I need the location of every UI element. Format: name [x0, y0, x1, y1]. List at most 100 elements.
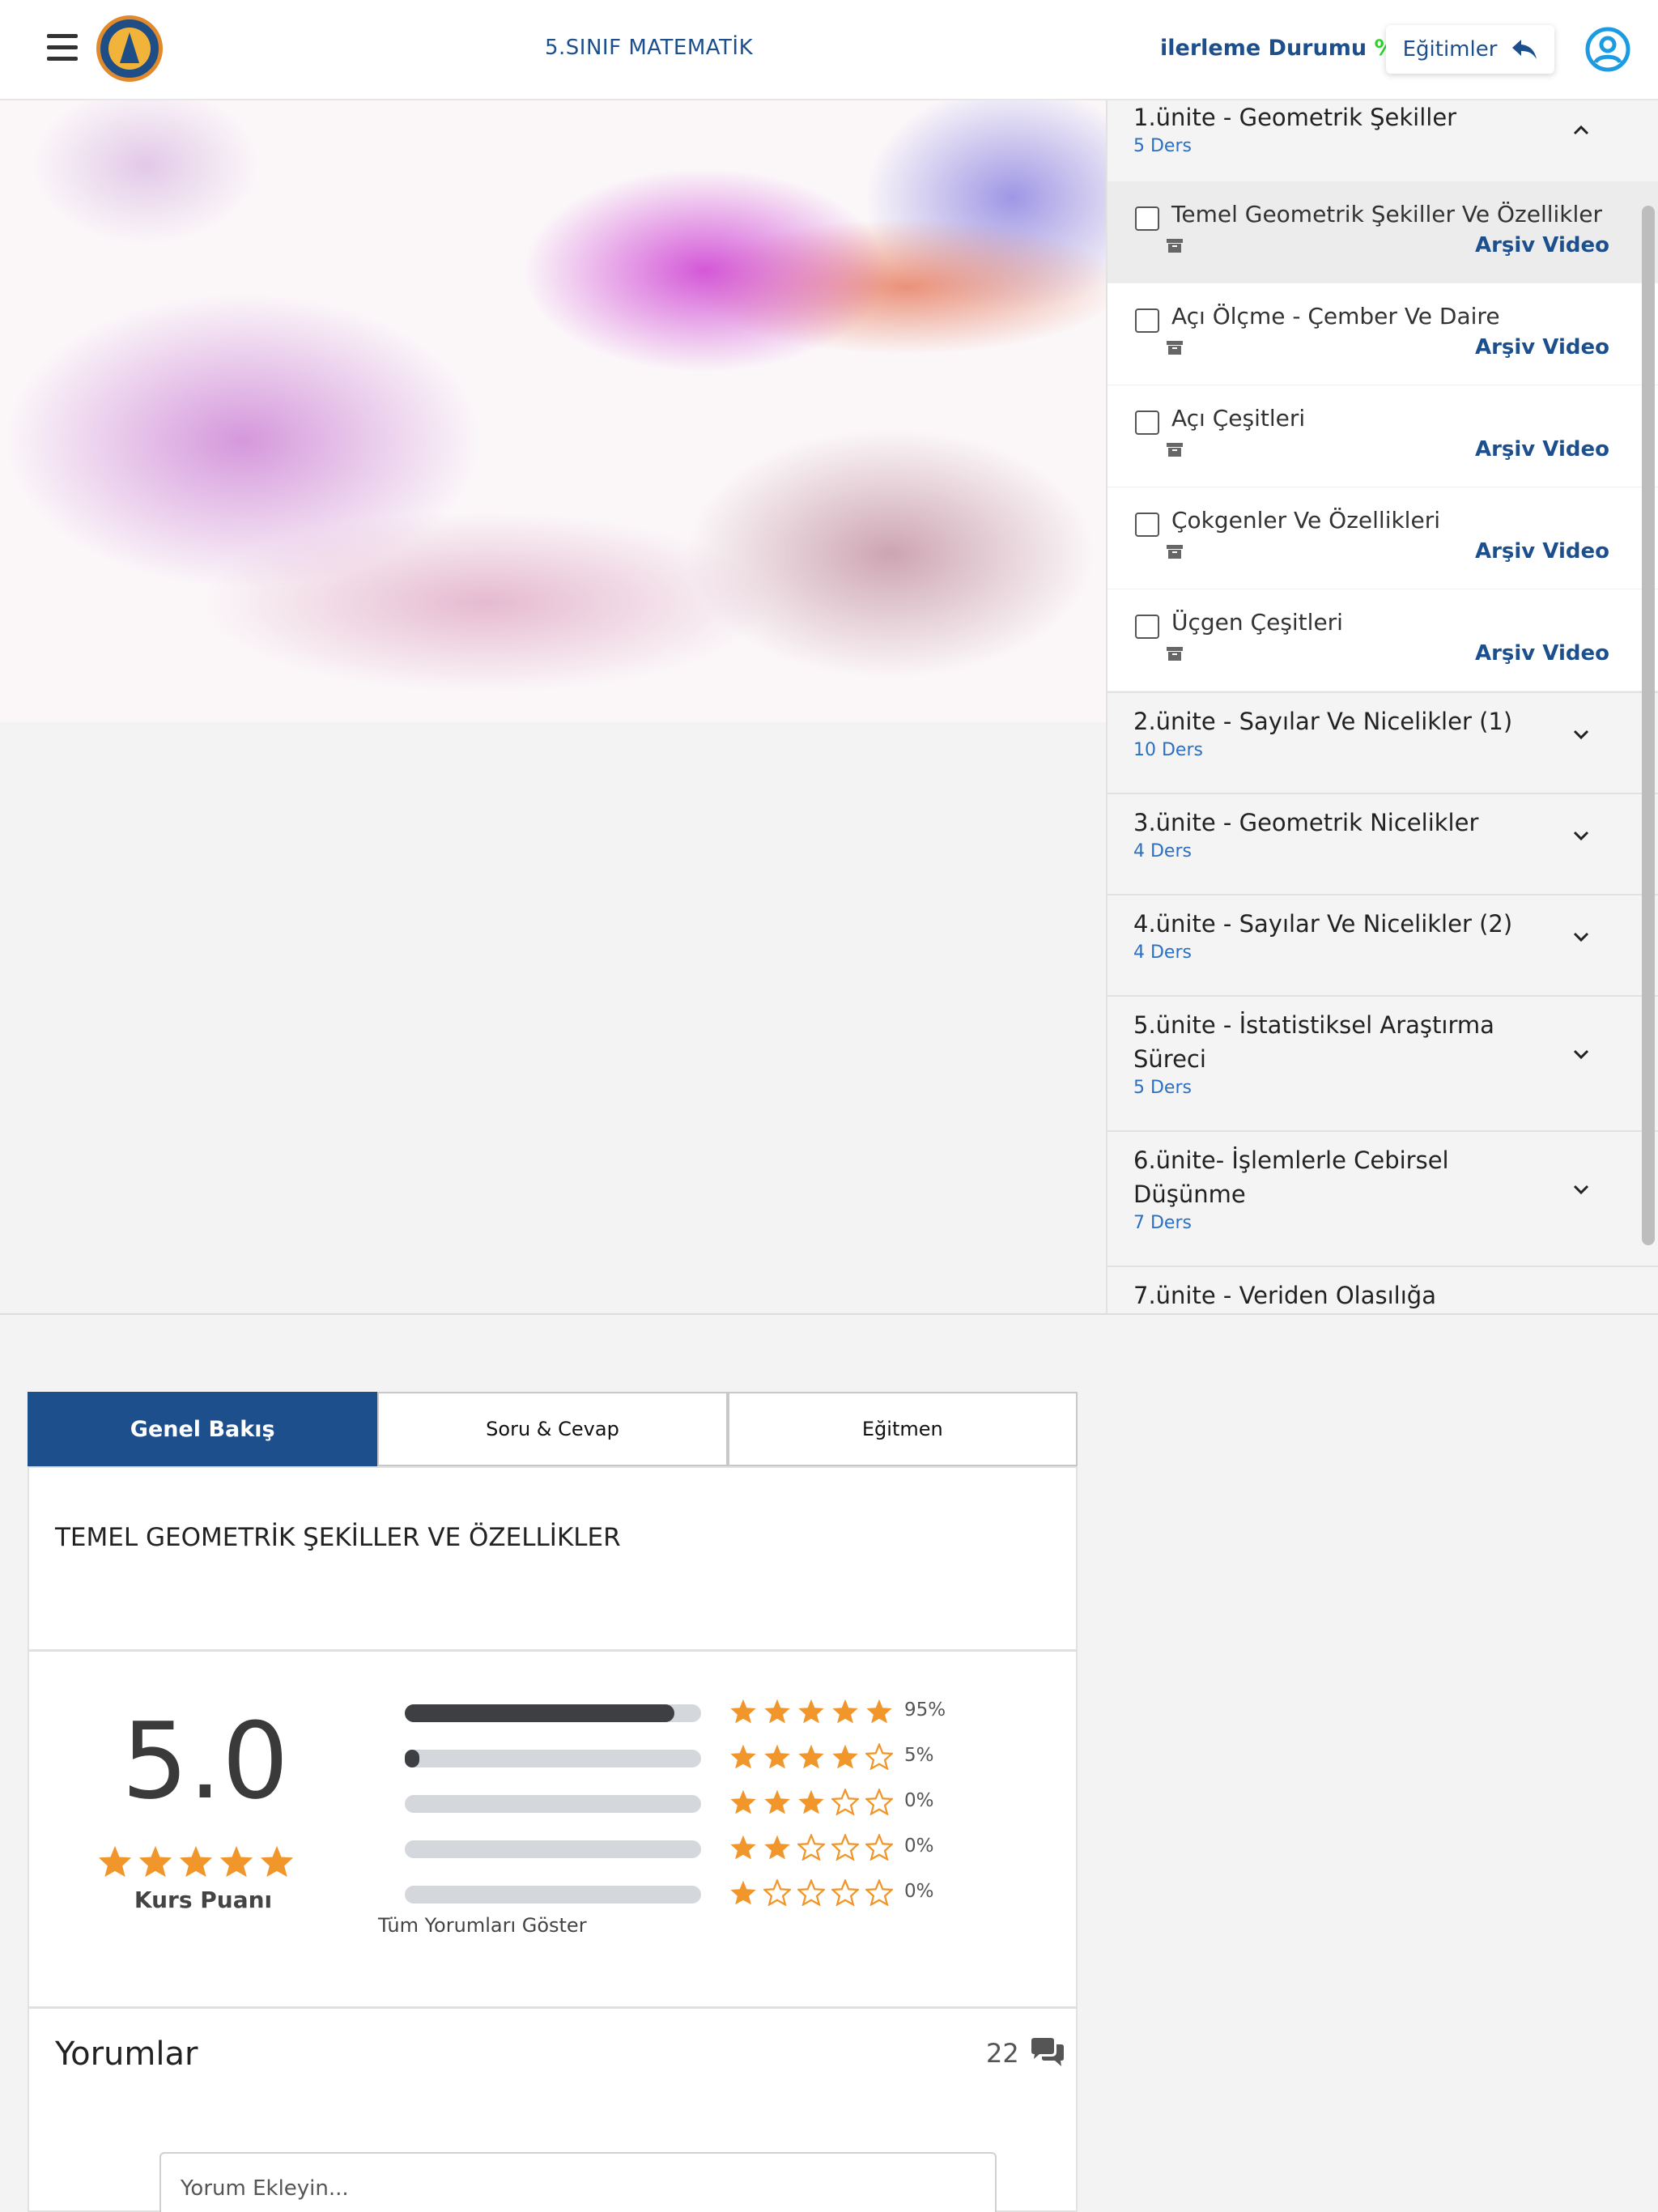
- lesson-item-5[interactable]: Üçgen Çeşitleri Arşiv Video: [1107, 589, 1658, 691]
- lesson-item-2[interactable]: Açı Ölçme - Çember Ve Daire Arşiv Video: [1107, 283, 1658, 385]
- tab-questions-answers[interactable]: Soru & Cevap: [377, 1392, 728, 1466]
- unit-4-header[interactable]: 4.ünite - Sayılar Ve Nicelikler (2) 4 De…: [1107, 895, 1658, 965]
- chevron-down-icon: [1573, 1185, 1589, 1195]
- show-all-reviews-link[interactable]: Tüm Yorumları Göster: [378, 1914, 587, 1937]
- rating-bar-5: [405, 1704, 701, 1722]
- star-filled-icon: [832, 1699, 858, 1724]
- unit-5[interactable]: 5.ünite - İstatistiksel Araştırma Süreci…: [1107, 997, 1658, 1132]
- lesson-checkbox[interactable]: [1135, 513, 1159, 537]
- unit-6[interactable]: 6.ünite- İşlemlerle Cebirsel Düşünme 7 D…: [1107, 1132, 1658, 1267]
- rating-bar-4: [405, 1750, 701, 1767]
- archive-video-tag: Arşiv Video: [1474, 335, 1609, 359]
- tab-overview[interactable]: Genel Bakış: [28, 1392, 378, 1466]
- lesson-item-4[interactable]: Çokgenler Ve Özellikleri Arşiv Video: [1107, 487, 1658, 589]
- comment-input[interactable]: [159, 2152, 997, 2212]
- unit-7-header[interactable]: 7.ünite - Veriden Olasılığa: [1107, 1267, 1658, 1312]
- rating-percent: 5%: [904, 1745, 934, 1766]
- star-filled-icon: [260, 1845, 294, 1878]
- user-profile-icon[interactable]: [1585, 27, 1630, 72]
- top-header: 5.SINIF MATEMATİK ilerleme Durumu %0 Eği…: [0, 0, 1658, 100]
- rating-bar-3: [405, 1795, 701, 1813]
- hamburger-menu-icon[interactable]: [47, 34, 78, 62]
- star-filled-icon: [138, 1845, 172, 1878]
- rating-bar-1: [405, 1886, 701, 1904]
- chevron-down-icon: [1573, 932, 1589, 942]
- unit-6-header[interactable]: 6.ünite- İşlemlerle Cebirsel Düşünme 7 D…: [1107, 1132, 1658, 1236]
- tab-instructor[interactable]: Eğitmen: [727, 1392, 1078, 1466]
- archive-icon: [1167, 239, 1183, 253]
- unit-2[interactable]: 2.ünite - Sayılar Ve Nicelikler (1) 10 D…: [1107, 693, 1658, 794]
- archive-video-tag: Arşiv Video: [1474, 233, 1609, 257]
- sidebar-scrollbar[interactable]: [1642, 206, 1655, 1245]
- star-filled-icon: [764, 1699, 790, 1724]
- lesson-checkbox[interactable]: [1135, 206, 1159, 231]
- rating-separator: [28, 2006, 1078, 2009]
- lesson-checkbox[interactable]: [1135, 410, 1159, 435]
- star-empty-icon: [831, 1834, 859, 1861]
- unit-title: 7.ünite - Veriden Olasılığa: [1133, 1282, 1436, 1309]
- lesson-item-3[interactable]: Açı Çeşitleri Arşiv Video: [1107, 385, 1658, 487]
- rating-stars-4: [729, 1743, 893, 1770]
- progress-label: ilerleme Durumu: [1160, 36, 1367, 61]
- rating-stars-2: [729, 1834, 893, 1861]
- unit-title: 4.ünite - Sayılar Ve Nicelikler (2): [1133, 910, 1513, 938]
- rating-percent: 0%: [904, 1836, 934, 1857]
- unit-title: 6.ünite- İşlemlerle Cebirsel Düşünme: [1133, 1146, 1449, 1208]
- archive-video-tag: Arşiv Video: [1474, 641, 1609, 666]
- chevron-down-icon: [1573, 730, 1589, 740]
- archive-icon: [1167, 341, 1183, 355]
- lesson-checkbox[interactable]: [1135, 308, 1159, 333]
- unit-5-header[interactable]: 5.ünite - İstatistiksel Araştırma Süreci…: [1107, 997, 1658, 1100]
- comments-title: Yorumlar: [55, 2035, 198, 2073]
- unit-1-header[interactable]: 1.ünite - Geometrik Şekiller 5 Ders: [1107, 100, 1658, 181]
- video-player[interactable]: [0, 100, 1106, 722]
- star-filled-icon: [730, 1835, 756, 1860]
- back-button-label: Eğitimler: [1402, 37, 1498, 62]
- star-filled-icon: [98, 1845, 132, 1878]
- unit-4[interactable]: 4.ünite - Sayılar Ve Nicelikler (2) 4 De…: [1107, 895, 1658, 997]
- unit-lesson-count: 7 Ders: [1133, 1213, 1192, 1233]
- star-empty-icon: [763, 1879, 791, 1906]
- star-filled-icon: [730, 1744, 756, 1769]
- archive-icon: [1167, 443, 1183, 457]
- rating-bar-2: [405, 1840, 701, 1858]
- curriculum-sidebar: 1.ünite - Geometrik Şekiller 5 Ders Teme…: [1106, 100, 1658, 1313]
- star-filled-icon: [764, 1835, 790, 1860]
- star-empty-icon: [865, 1879, 893, 1906]
- academy-logo[interactable]: [96, 15, 163, 82]
- archive-icon: [1167, 647, 1183, 661]
- chevron-down-icon: [1573, 831, 1589, 841]
- star-filled-icon: [730, 1789, 756, 1814]
- archive-icon: [1167, 545, 1183, 559]
- unit-title: 2.ünite - Sayılar Ve Nicelikler (1): [1133, 708, 1513, 735]
- chevron-down-icon: [1573, 1049, 1589, 1060]
- lesson-title: Açı Çeşitleri: [1171, 405, 1306, 432]
- lesson-item-1[interactable]: Temel Geometrik Şekiller Ve Özellikler A…: [1107, 181, 1658, 283]
- rating-percent: 0%: [904, 1790, 934, 1811]
- reply-arrow-icon: [1511, 39, 1537, 60]
- star-empty-icon: [797, 1834, 825, 1861]
- star-filled-icon: [866, 1699, 892, 1724]
- unit-1: 1.ünite - Geometrik Şekiller 5 Ders Teme…: [1107, 100, 1658, 693]
- star-filled-icon: [832, 1744, 858, 1769]
- star-filled-icon: [798, 1744, 824, 1769]
- lesson-checkbox[interactable]: [1135, 615, 1159, 639]
- unit-3[interactable]: 3.ünite - Geometrik Nicelikler 4 Ders: [1107, 794, 1658, 895]
- comments-count: 22: [986, 2038, 1019, 2069]
- star-filled-icon: [730, 1699, 756, 1724]
- lesson-title: Üçgen Çeşitleri: [1171, 609, 1343, 636]
- star-filled-icon: [798, 1789, 824, 1814]
- star-empty-icon: [797, 1879, 825, 1906]
- unit-title: 1.ünite - Geometrik Şekiller: [1133, 104, 1457, 131]
- back-to-courses-button[interactable]: Eğitimler: [1386, 25, 1554, 74]
- rating-stars-5: [729, 1698, 893, 1725]
- heading-separator: [28, 1649, 1078, 1652]
- star-empty-icon: [865, 1743, 893, 1770]
- lesson-heading: TEMEL GEOMETRİK ŞEKİLLER VE ÖZELLİKLER: [55, 1523, 621, 1552]
- rating-stars-1: [729, 1879, 893, 1906]
- star-empty-icon: [831, 1789, 859, 1815]
- unit-2-header[interactable]: 2.ünite - Sayılar Ve Nicelikler (1) 10 D…: [1107, 693, 1658, 763]
- unit-3-header[interactable]: 3.ünite - Geometrik Nicelikler 4 Ders: [1107, 794, 1658, 864]
- unit-7[interactable]: 7.ünite - Veriden Olasılığa: [1107, 1267, 1658, 1313]
- lesson-title: Temel Geometrik Şekiller Ve Özellikler: [1171, 201, 1603, 228]
